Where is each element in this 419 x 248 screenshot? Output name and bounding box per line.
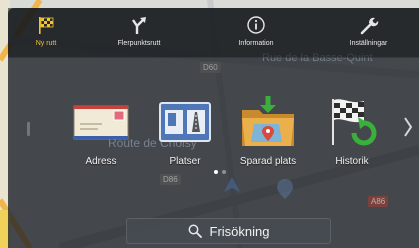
toolbar-divider <box>8 57 419 58</box>
address-label: Adress <box>85 156 117 167</box>
top-toolbar: Ny rutt Flerpunktsrutt Information Instä… <box>8 8 419 58</box>
address-tile[interactable]: Adress <box>69 92 133 167</box>
envelope-icon <box>69 92 133 152</box>
multipoint-route-button[interactable]: Flerpunktsrutt <box>84 8 194 58</box>
left-scroll-handle <box>27 122 30 136</box>
search-icon <box>188 224 202 238</box>
page-dot-active <box>214 170 218 174</box>
places-label: Platser <box>169 156 201 167</box>
checkered-flag-icon <box>33 14 59 36</box>
map-road-shield: A86 <box>368 196 389 207</box>
free-search-label: Frisökning <box>209 223 270 239</box>
settings-button[interactable]: Inställningar <box>318 8 419 58</box>
new-route-button[interactable]: Ny rutt <box>8 8 84 58</box>
saved-place-folder-icon <box>236 92 300 152</box>
history-label: Historik <box>335 156 369 167</box>
info-icon <box>243 14 269 36</box>
map-road-shield: D60 <box>200 62 221 73</box>
next-page-chevron-icon[interactable] <box>400 112 416 142</box>
saved-place-label: Sparad plats <box>239 156 297 167</box>
settings-label: Inställningar <box>349 40 388 47</box>
places-sign-icon <box>153 92 217 152</box>
places-tile[interactable]: Platser <box>153 92 217 167</box>
fork-arrow-icon <box>126 14 152 36</box>
map-road-shield: D86 <box>160 174 181 185</box>
multipoint-route-label: Flerpunktsrutt <box>117 40 161 47</box>
new-route-label: Ny rutt <box>35 40 57 47</box>
history-tile[interactable]: Historik <box>320 92 384 167</box>
information-label: Information <box>238 40 274 47</box>
free-search-button[interactable]: Frisökning <box>126 218 331 244</box>
page-indicator <box>214 170 226 174</box>
wrench-icon <box>356 14 382 36</box>
history-flag-icon <box>320 92 384 152</box>
page-dot <box>222 170 226 174</box>
saved-place-tile[interactable]: Sparad plats <box>236 92 300 167</box>
map-pin-icon <box>277 179 293 199</box>
information-button[interactable]: Information <box>194 8 318 58</box>
current-position-arrow-icon <box>224 177 240 192</box>
